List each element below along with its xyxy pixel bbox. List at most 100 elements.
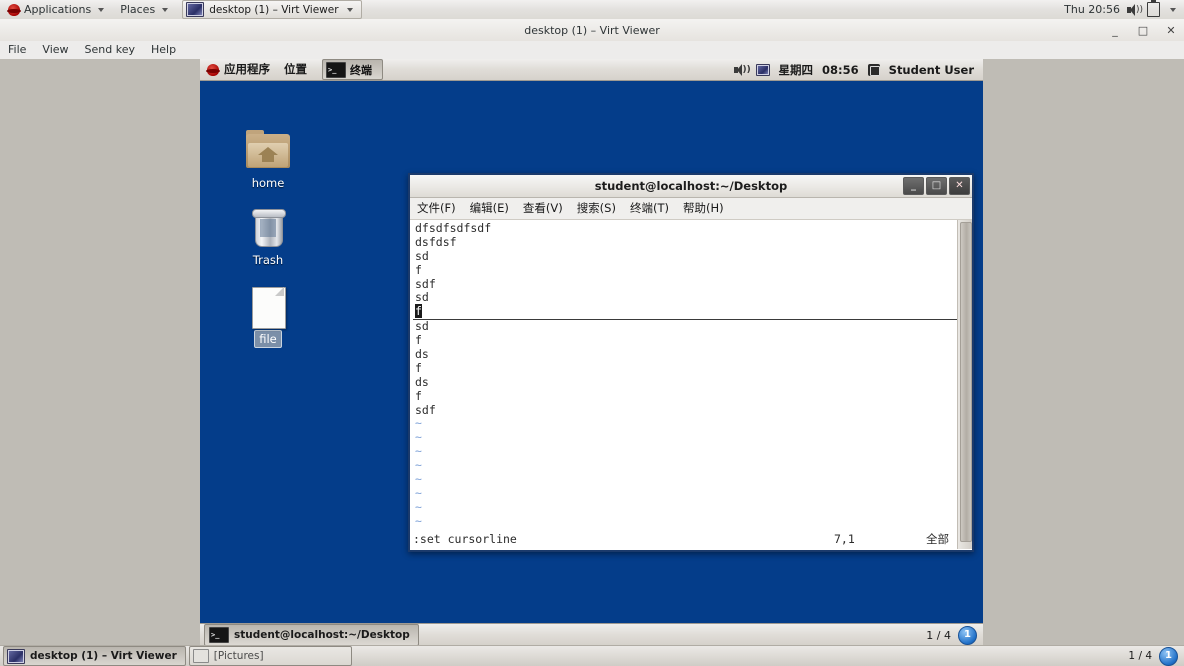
terminal-menubar: 文件(F) 编辑(E) 查看(V) 搜索(S) 终端(T) 帮助(H): [410, 198, 972, 220]
maximize-button[interactable]: □: [1136, 24, 1150, 37]
host-bottom-taskbar: desktop (1) – Virt Viewer [Pictures] 1 /…: [0, 645, 1184, 666]
terminal-window: student@localhost:~/Desktop _ □ ✕ 文件(F) …: [408, 173, 974, 552]
terminal-title: student@localhost:~/Desktop: [594, 179, 788, 193]
terminal-maximize-button[interactable]: □: [926, 177, 947, 195]
minimize-button[interactable]: _: [1108, 24, 1122, 37]
host-top-panel: Applications Places desktop (1) – Virt V…: [0, 0, 1184, 20]
host-panel-status-area: Thu 20:56 )): [1064, 0, 1184, 17]
guest-workspace-switcher[interactable]: 1 / 4 1: [926, 625, 983, 645]
host-workspace-switcher[interactable]: 1 / 4 1: [1128, 646, 1184, 666]
vim-text-line: sd: [415, 319, 429, 334]
battery-icon[interactable]: [1147, 0, 1160, 17]
guest-workspace-badge[interactable]: 1: [958, 625, 977, 645]
vim-buffer[interactable]: dfsdfsdfsdf dsfdsf sd f sdf sd f sd f ds f ds f sdf ~ ~…: [410, 220, 958, 528]
terminal-menu-search[interactable]: 搜索(S): [570, 198, 623, 219]
chevron-down-icon: [162, 7, 169, 12]
monitor-icon: [7, 648, 25, 664]
vim-cursor-position: 7,1: [834, 532, 855, 546]
guest-taskbar-terminal-button[interactable]: >_ 终端: [322, 59, 383, 80]
vim-empty-line: ~: [415, 472, 422, 487]
host-workspace-text: 1 / 4: [1128, 650, 1152, 662]
vim-empty-line: ~: [415, 513, 422, 528]
host-workspace-badge[interactable]: 1: [1159, 646, 1178, 666]
guest-day-label[interactable]: 星期四: [779, 62, 814, 78]
menu-view[interactable]: View: [34, 41, 76, 59]
vim-empty-line: ~: [415, 499, 422, 514]
desktop-icon-home[interactable]: home: [235, 130, 301, 191]
screen-root: Applications Places desktop (1) – Virt V…: [0, 0, 1184, 666]
host-places-menu[interactable]: Places: [112, 0, 176, 19]
vim-text-line: f: [415, 333, 422, 348]
guest-taskbar-window-label: student@localhost:~/Desktop: [234, 629, 410, 641]
host-window-list-button[interactable]: desktop (1) – Virt Viewer: [182, 0, 362, 19]
display-icon[interactable]: [755, 63, 770, 76]
host-applications-label: Applications: [24, 3, 92, 16]
terminal-icon: >_: [209, 627, 229, 643]
host-task-virt-viewer[interactable]: desktop (1) – Virt Viewer: [3, 646, 186, 666]
guest-taskbar-window-button[interactable]: >_ student@localhost:~/Desktop: [204, 624, 419, 646]
vim-text-line: sd: [415, 290, 429, 305]
terminal-window-controls: _ □ ✕: [903, 177, 970, 195]
host-window-list-label: desktop (1) – Virt Viewer: [209, 3, 339, 16]
desktop-icon-trash-label: Trash: [252, 253, 284, 267]
vim-text-line: f: [415, 262, 422, 277]
menu-help[interactable]: Help: [143, 41, 184, 59]
close-button[interactable]: ✕: [1164, 24, 1178, 37]
trash-icon: [251, 209, 286, 249]
terminal-scrollbar[interactable]: [957, 220, 972, 549]
guest-clock[interactable]: 08:56: [822, 63, 859, 77]
vim-text-line: f: [415, 360, 422, 375]
guest-bottom-panel: >_ student@localhost:~/Desktop 1 / 4 1: [200, 623, 983, 646]
vim-text-line: dsfdsf: [415, 234, 457, 249]
terminal-menu-terminal[interactable]: 终端(T): [623, 198, 676, 219]
desktop-icon-file[interactable]: file: [235, 287, 301, 348]
terminal-minimize-button[interactable]: _: [903, 177, 924, 195]
menu-send-key[interactable]: Send key: [77, 41, 143, 59]
terminal-icon: >_: [326, 61, 346, 78]
host-applications-menu[interactable]: Applications: [0, 0, 112, 19]
virt-viewer-canvas: 应用程序 位置 >_ 终端 )) 星期四 08:56 Student User: [0, 59, 1184, 646]
guest-user-label[interactable]: Student User: [889, 63, 974, 77]
vim-status-line: :set cursorline 7,1 全部: [410, 531, 958, 547]
guest-places-label: 位置: [284, 62, 307, 76]
guest-panel-status-area: )) 星期四 08:56 Student User: [733, 62, 983, 78]
terminal-titlebar[interactable]: student@localhost:~/Desktop _ □ ✕: [410, 175, 972, 198]
terminal-close-button[interactable]: ✕: [949, 177, 970, 195]
vim-text-line: ds: [415, 374, 429, 389]
terminal-menu-view[interactable]: 查看(V): [516, 198, 570, 219]
volume-icon[interactable]: )): [1127, 3, 1143, 16]
guest-taskbar-terminal-label: 终端: [350, 63, 372, 77]
monitor-icon: [186, 2, 205, 17]
terminal-scrollbar-thumb[interactable]: [960, 222, 972, 542]
home-folder-icon: [246, 130, 290, 172]
virt-viewer-menubar: File View Send key Help: [0, 41, 1184, 60]
terminal-menu-edit[interactable]: 编辑(E): [463, 198, 516, 219]
terminal-menu-file[interactable]: 文件(F): [410, 198, 463, 219]
vim-text-line: sd: [415, 248, 429, 263]
vim-text-line: sdf: [415, 276, 436, 291]
host-task-pictures[interactable]: [Pictures]: [188, 646, 352, 666]
guest-applications-menu[interactable]: 应用程序: [200, 59, 277, 80]
volume-icon[interactable]: )): [733, 63, 751, 76]
vim-empty-line: ~: [415, 430, 422, 445]
red-hat-icon: [206, 63, 220, 76]
desktop-icon-trash[interactable]: Trash: [235, 209, 301, 268]
vim-text-line: sdf: [415, 402, 436, 417]
guest-workspace-text: 1 / 4: [926, 628, 951, 642]
desktop-icon-home-label: home: [251, 176, 285, 190]
desktop-icon-file-label: file: [254, 330, 282, 348]
virt-viewer-window-controls: _ □ ✕: [1108, 19, 1178, 41]
vim-cursor: f: [415, 304, 422, 319]
pictures-icon: [192, 649, 209, 663]
guest-places-menu[interactable]: 位置: [277, 59, 314, 80]
host-task-virt-viewer-label: desktop (1) – Virt Viewer: [30, 650, 177, 662]
chevron-down-icon[interactable]: [1170, 7, 1176, 12]
red-hat-icon: [7, 3, 21, 16]
host-task-pictures-label: [Pictures]: [213, 650, 264, 662]
menu-file[interactable]: File: [0, 41, 34, 59]
vim-empty-line: ~: [415, 458, 422, 473]
vim-status-command: :set cursorline: [413, 532, 517, 546]
host-clock[interactable]: Thu 20:56: [1064, 3, 1120, 16]
terminal-menu-help[interactable]: 帮助(H): [676, 198, 731, 219]
terminal-screen[interactable]: dfsdfsdfsdf dsfdsf sd f sdf sd f sd f ds f ds f sdf ~ ~…: [410, 220, 972, 549]
